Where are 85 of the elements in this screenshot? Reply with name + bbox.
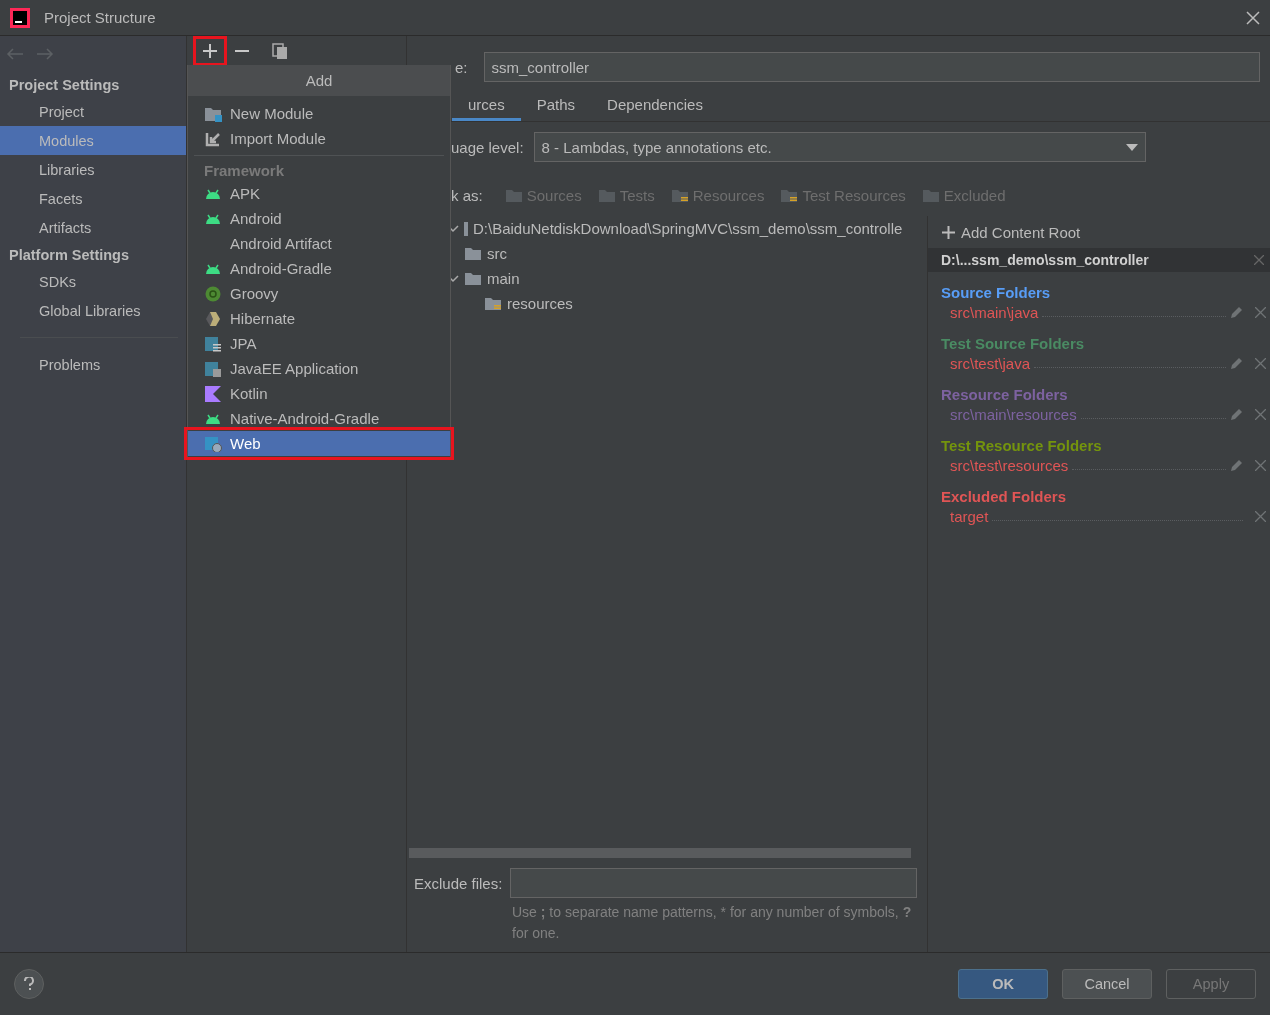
folder-icon bbox=[597, 187, 616, 203]
dialog-button[interactable]: Cancel bbox=[1062, 969, 1152, 999]
language-level-label: uage level: bbox=[451, 138, 524, 156]
folder-group-title: Resource Folders bbox=[940, 385, 1069, 403]
resource-folder-icon bbox=[484, 296, 502, 311]
tree-item[interactable]: src bbox=[487, 245, 507, 262]
menu-item[interactable]: Android Artifact bbox=[188, 231, 450, 256]
mark-as-label: k as: bbox=[451, 186, 483, 204]
add-content-root-link[interactable]: Add Content Root bbox=[961, 223, 1081, 241]
menu-item[interactable]: Native-Android-Gradle bbox=[188, 406, 450, 431]
menu-item[interactable]: Android bbox=[188, 206, 450, 231]
dropdown-arrow-icon bbox=[1125, 143, 1138, 151]
language-level-dropdown[interactable]: 8 - Lambdas, type annotations etc. bbox=[533, 132, 1146, 162]
sidebar-item[interactable]: Project bbox=[0, 97, 186, 126]
edit-icon[interactable] bbox=[1230, 305, 1243, 319]
jpa-icon bbox=[204, 335, 222, 352]
forward-arrow-icon[interactable] bbox=[36, 48, 54, 60]
folder-path: src\main\resources bbox=[950, 405, 1077, 423]
module-icon bbox=[204, 105, 222, 122]
close-icon[interactable] bbox=[1254, 255, 1264, 265]
sidebar-item[interactable]: Facets bbox=[0, 184, 186, 213]
resource-folder-icon bbox=[780, 187, 799, 203]
web-icon bbox=[204, 435, 222, 452]
menu-item[interactable]: Kotlin bbox=[188, 381, 450, 406]
sidebar-item[interactable]: SDKs bbox=[0, 267, 186, 296]
window-title: Project Structure bbox=[44, 9, 157, 26]
sidebar-item[interactable]: Artifacts bbox=[0, 213, 186, 242]
menu-item[interactable]: JavaEE Application bbox=[188, 356, 450, 381]
name-field[interactable]: ssm_controller bbox=[483, 52, 1260, 82]
folder-group-title: Test Resource Folders bbox=[940, 436, 1103, 454]
sidebar-item[interactable]: Global Libraries bbox=[0, 296, 186, 325]
exclude-files-field[interactable] bbox=[510, 868, 917, 898]
folder-group-title: Test Source Folders bbox=[940, 334, 1086, 352]
kotlin-icon bbox=[204, 385, 222, 402]
sidebar-item[interactable]: Problems bbox=[0, 350, 186, 379]
question-mark-icon bbox=[24, 977, 34, 991]
copy-icon bbox=[272, 43, 288, 59]
tree-item[interactable]: D:\BaiduNetdiskDownload\SpringMVC\ssm_demo\ssm_controlle bbox=[473, 220, 903, 237]
hibernate-icon bbox=[204, 310, 222, 327]
edit-icon[interactable] bbox=[1230, 356, 1243, 370]
tree-item[interactable]: resources bbox=[507, 295, 573, 312]
menu-item[interactable]: JPA bbox=[188, 331, 450, 356]
exclude-files-label: Exclude files: bbox=[414, 874, 503, 892]
resource-folder-icon bbox=[670, 187, 689, 203]
plus-icon bbox=[942, 225, 955, 239]
module-bar-icon bbox=[464, 221, 468, 236]
tree-item[interactable]: main bbox=[487, 270, 520, 287]
groovy-icon bbox=[204, 285, 222, 302]
folder-icon bbox=[504, 187, 523, 203]
folder-icon bbox=[921, 187, 940, 203]
content-root-path: D:\...ssm_demo\ssm_controller bbox=[941, 252, 1149, 268]
sidebar-heading: Project Settings bbox=[8, 76, 121, 95]
back-arrow-icon[interactable] bbox=[6, 48, 24, 60]
scrollbar[interactable] bbox=[409, 848, 911, 858]
folder-group-title: Source Folders bbox=[940, 283, 1052, 301]
javaee-icon bbox=[204, 360, 222, 377]
sidebar-item[interactable]: Libraries bbox=[0, 155, 186, 184]
tab[interactable]: Paths bbox=[520, 88, 592, 121]
menu-item[interactable]: New Module bbox=[188, 101, 450, 126]
menu-item[interactable]: Hibernate bbox=[188, 306, 450, 331]
app-logo-icon bbox=[10, 7, 30, 28]
import-icon bbox=[204, 130, 222, 147]
help-button[interactable] bbox=[14, 969, 44, 999]
folder-group-title: Excluded Folders bbox=[940, 487, 1068, 505]
menu-section-title: Framework bbox=[194, 155, 444, 181]
ok-button[interactable]: OK bbox=[958, 969, 1048, 999]
edit-icon[interactable] bbox=[1230, 458, 1243, 472]
name-label: e: bbox=[455, 58, 468, 76]
folder-path: src\test\resources bbox=[950, 456, 1069, 474]
folder-path: target bbox=[950, 507, 989, 525]
folder-icon bbox=[464, 246, 482, 261]
folder-icon bbox=[464, 271, 482, 286]
menu-item[interactable]: Android-Gradle bbox=[188, 256, 450, 281]
folder-path: src\main\java bbox=[950, 303, 1039, 321]
plus-icon bbox=[203, 44, 217, 58]
close-icon[interactable] bbox=[1246, 10, 1260, 25]
menu-item[interactable]: APK bbox=[188, 181, 450, 206]
edit-icon[interactable] bbox=[1230, 407, 1243, 421]
folder-path: src\test\java bbox=[950, 354, 1031, 372]
tab[interactable]: Dependencies bbox=[591, 88, 719, 121]
popup-title: Add bbox=[188, 65, 450, 96]
hint-text: Use ; to separate name patterns, * for any number of symbols, ? for one. bbox=[512, 903, 913, 943]
menu-item[interactable]: Groovy bbox=[188, 281, 450, 306]
menu-item[interactable]: Import Module bbox=[188, 126, 450, 151]
sidebar-heading: Platform Settings bbox=[8, 246, 131, 265]
